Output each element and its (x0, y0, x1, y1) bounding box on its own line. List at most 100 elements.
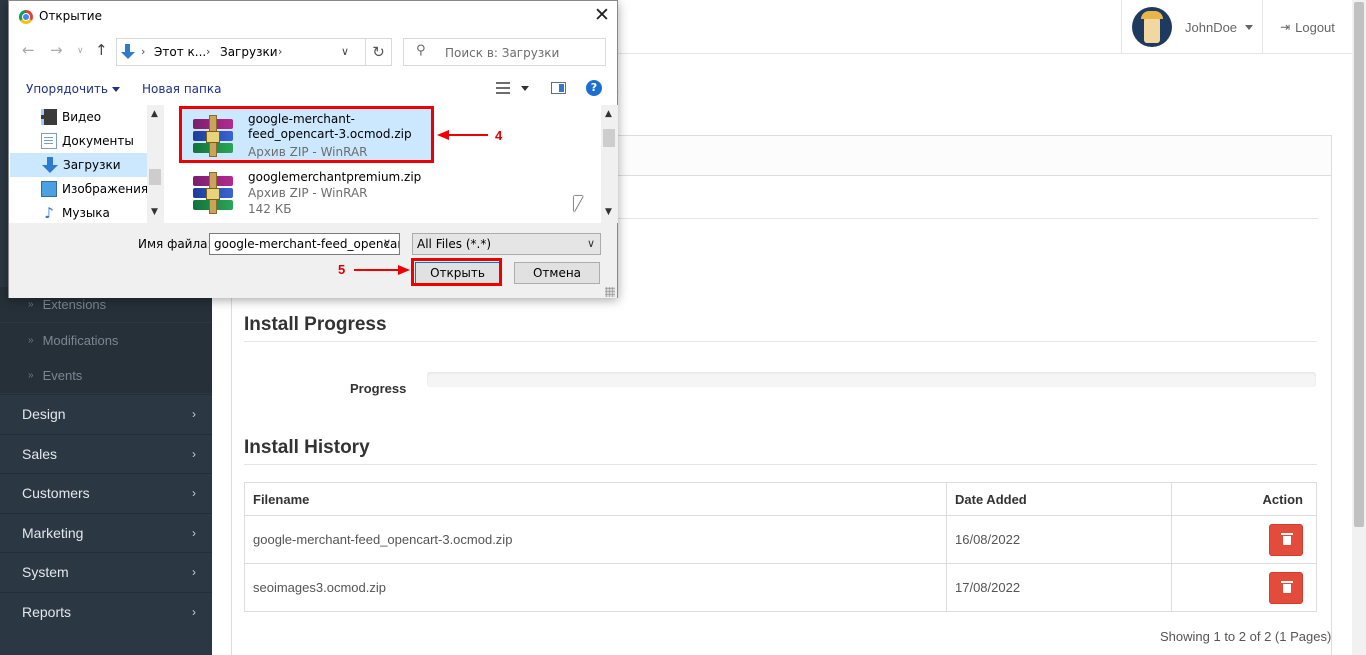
cancel-button[interactable]: Отмена (514, 262, 600, 284)
new-folder-button[interactable]: Новая папка (142, 82, 221, 96)
progress-label: Progress (350, 381, 407, 396)
breadcrumb-separator-icon: › (278, 45, 283, 58)
avatar (1132, 7, 1172, 47)
refresh-button[interactable]: ↻ (365, 38, 392, 66)
view-options-icon[interactable] (496, 82, 510, 94)
sidebar-subitem-events[interactable]: » Events (0, 358, 212, 393)
chevron-down-icon[interactable]: ∨ (341, 45, 349, 58)
resize-grip[interactable] (605, 287, 615, 297)
sign-out-icon: ⇥ (1280, 20, 1291, 34)
file-list-scrollbar[interactable]: ▲ ▼ (601, 105, 618, 223)
chevron-double-right-icon: » (28, 335, 34, 346)
dialog-title: Открытие (39, 9, 102, 23)
chevron-right-icon: › (192, 526, 196, 540)
navigation-pane: Видео Документы Загрузки Изображения ♪ Му… (9, 105, 165, 223)
chevron-right-icon: › (192, 447, 196, 461)
install-history-title: Install History (244, 437, 370, 458)
search-placeholder: Поиск в: Загрузки (445, 46, 560, 60)
forward-arrow-icon[interactable]: → (50, 41, 63, 59)
arrow-right-icon (398, 265, 410, 275)
logout-label: Logout (1295, 19, 1335, 35)
scroll-up-icon[interactable]: ▲ (151, 109, 158, 119)
trash-icon (1281, 580, 1293, 593)
sidebar-item-sales[interactable]: Sales › (0, 434, 212, 473)
nav-item-downloads[interactable]: Загрузки (10, 153, 147, 177)
file-name-label: Имя файла: (138, 237, 212, 251)
preview-pane-icon[interactable] (551, 82, 566, 94)
file-size: 142 КБ (248, 202, 292, 216)
arrow-line (354, 269, 400, 271)
chevron-right-icon: › (192, 605, 196, 619)
sidebar-subitem-label: Extensions (42, 297, 107, 312)
nav-item-label: Музыка (62, 206, 110, 220)
scrollbar-thumb[interactable] (149, 169, 161, 185)
nav-item-pictures[interactable]: Изображения (9, 177, 149, 201)
address-segment[interactable]: Загрузки (220, 45, 278, 59)
user-menu[interactable]: JohnDoe (1121, 0, 1261, 54)
dialog-toolbar: Упорядочить Новая папка ? (9, 74, 617, 102)
scroll-up-icon[interactable]: ▲ (605, 109, 612, 119)
date-cell: 17/08/2022 (946, 563, 1172, 612)
nav-item-label: Изображения (62, 182, 149, 196)
divider (244, 341, 1317, 342)
page-scrollbar-thumb[interactable] (1354, 2, 1364, 527)
file-type-value: All Files (*.*) (417, 237, 492, 251)
help-icon[interactable]: ? (586, 80, 602, 96)
close-icon[interactable]: ✕ (593, 5, 611, 25)
nav-pane-scrollbar[interactable]: ▲ ▼ (147, 105, 164, 223)
sidebar-item-marketing[interactable]: Marketing › (0, 513, 212, 552)
column-header-action: Action (1171, 482, 1317, 516)
up-arrow-icon[interactable]: ↑ (95, 41, 108, 59)
trash-icon (1281, 532, 1293, 545)
chevron-right-icon: › (192, 407, 196, 421)
sidebar-item-label: Reports (22, 604, 72, 620)
nav-item-documents[interactable]: Документы (9, 129, 147, 153)
file-name: googlemerchantpremium.zip (248, 170, 422, 184)
search-icon: ⚲ (416, 43, 426, 58)
sidebar-item-label: Sales (22, 446, 58, 462)
nav-item-music[interactable]: ♪ Музыка (9, 201, 147, 225)
music-folder-icon: ♪ (44, 204, 54, 222)
organize-button[interactable]: Упорядочить (26, 82, 120, 96)
address-segment[interactable]: Этот к... (154, 45, 206, 59)
sidebar-subitem-label: Modifications (42, 333, 119, 348)
date-cell: 16/08/2022 (946, 515, 1172, 564)
dialog-titlebar[interactable]: Открытие ✕ (9, 1, 617, 32)
table-row: seoimages3.ocmod.zip 17/08/2022 (244, 563, 1317, 612)
scroll-down-icon[interactable]: ▼ (151, 207, 158, 217)
delete-button[interactable] (1269, 571, 1303, 604)
chevron-down-icon[interactable] (521, 86, 529, 91)
filename-cell: google-merchant-feed_opencart-3.ocmod.zi… (244, 515, 947, 564)
nav-item-video[interactable]: Видео (9, 105, 147, 129)
chevron-down-icon: ∨ (586, 237, 595, 250)
sidebar-item-system[interactable]: System › (0, 552, 212, 591)
sidebar-item-design[interactable]: Design › (0, 394, 212, 433)
sidebar-subitem-modifications[interactable]: » Modifications (0, 323, 212, 358)
delete-button[interactable] (1269, 523, 1303, 556)
downloads-icon (121, 44, 135, 60)
step-number-4: 4 (495, 128, 503, 143)
sidebar-item-reports[interactable]: Reports › (0, 592, 212, 631)
navigation-bar: ← → ∨ ↑ › Этот к... › Загрузки › ∨ ↻ ⚲ П… (9, 32, 617, 70)
caret-down-icon (1245, 24, 1254, 30)
chevron-right-icon: › (192, 565, 196, 579)
pagination-summary: Showing 1 to 2 of 2 (1 Pages) (1160, 629, 1332, 644)
scroll-down-icon[interactable]: ▼ (605, 207, 612, 217)
search-input[interactable]: ⚲ Поиск в: Загрузки (403, 38, 606, 66)
highlight-box-file (179, 106, 434, 163)
sidebar-item-label: Marketing (22, 525, 84, 541)
back-arrow-icon[interactable]: ← (22, 41, 35, 59)
breadcrumb-separator-icon: › (206, 45, 211, 58)
file-type-select[interactable]: All Files (*.*) ∨ (412, 233, 601, 255)
sidebar-item-customers[interactable]: Customers › (0, 473, 212, 512)
scrollbar-thumb[interactable] (603, 129, 615, 147)
column-header-date-added: Date Added (946, 482, 1172, 516)
file-name-field[interactable]: google-merchant-feed_opencart-3.ocmod.zi… (209, 233, 400, 255)
chevron-down-icon[interactable]: ∨ (383, 236, 391, 249)
logout-link[interactable]: ⇥ Logout (1262, 0, 1352, 54)
arrow-line (446, 134, 488, 136)
file-item-googlemerchantpremium[interactable]: googlemerchantpremium.zip Архив ZIP - Wi… (181, 165, 431, 220)
recent-locations-chevron-icon[interactable]: ∨ (77, 46, 84, 56)
sidebar-item-label: System (22, 564, 69, 580)
address-bar[interactable]: › Этот к... › Загрузки › ∨ (116, 38, 366, 66)
